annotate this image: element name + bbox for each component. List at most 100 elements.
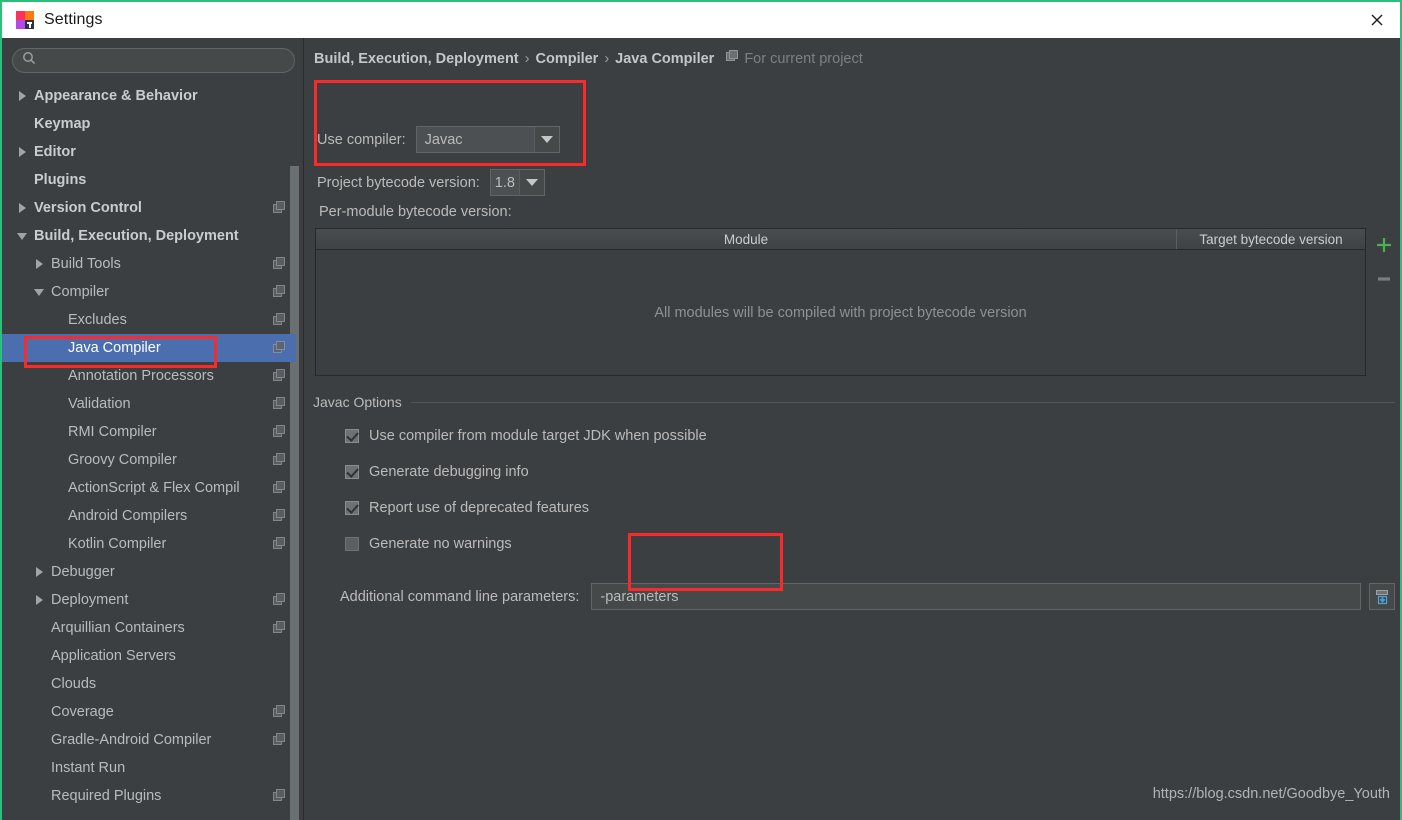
javac-options-section-title: Javac Options [313, 394, 1395, 410]
sidebar-item-label: Version Control [34, 200, 142, 216]
sidebar-item-label: Plugins [34, 172, 87, 188]
sidebar-item-label: Keymap [34, 116, 91, 132]
sidebar-item-label: Java Compiler [68, 340, 161, 356]
chevron-down-icon[interactable] [533, 127, 559, 152]
window-body: Appearance & Behavior Keymap Editor Plugins… [2, 38, 1400, 820]
close-icon[interactable] [1354, 2, 1400, 38]
table-column-target-bytecode[interactable]: Target bytecode version [1177, 229, 1365, 249]
sidebar-item-kotlin-compiler[interactable]: Kotlin Compiler [2, 530, 296, 558]
remove-module-button[interactable] [1367, 262, 1400, 296]
sidebar-item-gradle-android-compiler[interactable]: Gradle-Android Compiler [2, 726, 296, 754]
sidebar-item-annotation-processors[interactable]: Annotation Processors [2, 362, 296, 390]
checkbox-row-use-compiler-from-module-target-jdk-when-possible[interactable]: Use compiler from module target JDK when… [345, 428, 707, 444]
sidebar-item-label: Coverage [51, 704, 114, 720]
sidebar-item-instant-run[interactable]: Instant Run [2, 754, 296, 782]
additional-parameters-input[interactable] [591, 583, 1361, 610]
settings-sidebar: Appearance & Behavior Keymap Editor Plugins… [2, 38, 304, 820]
chevron-down-icon[interactable] [518, 170, 544, 195]
sidebar-item-actionscript-flex-compil[interactable]: ActionScript & Flex Compil [2, 474, 296, 502]
project-scope-label: For current project [744, 50, 863, 67]
table-body[interactable]: All modules will be compiled with projec… [316, 250, 1365, 375]
sidebar-item-label: Compiler [51, 284, 110, 300]
sidebar-item-validation[interactable]: Validation [2, 390, 296, 418]
search-box[interactable] [12, 48, 295, 73]
sidebar-item-arquillian-containers[interactable]: Arquillian Containers [2, 614, 296, 642]
module-scope-icon [273, 621, 286, 634]
checkbox-icon[interactable] [345, 429, 359, 443]
checkbox-row-report-use-of-deprecated-features[interactable]: Report use of deprecated features [345, 500, 589, 516]
chevron-right-icon[interactable] [16, 145, 30, 159]
sidebar-item-label: Annotation Processors [68, 368, 214, 384]
checkbox-icon[interactable] [345, 501, 359, 515]
chevron-right-icon[interactable] [16, 89, 30, 103]
module-scope-icon [273, 425, 286, 438]
additional-parameters-label: Additional command line parameters: [340, 588, 580, 605]
use-compiler-label: Use compiler: [317, 131, 406, 148]
sidebar-item-android-compilers[interactable]: Android Compilers [2, 502, 296, 530]
sidebar-item-coverage[interactable]: Coverage [2, 698, 296, 726]
sidebar-item-java-compiler[interactable]: Java Compiler [2, 334, 296, 362]
sidebar-item-version-control[interactable]: Version Control [2, 194, 296, 222]
project-bytecode-dropdown[interactable]: 1.8 [489, 169, 545, 196]
sidebar-item-debugger[interactable]: Debugger [2, 558, 296, 586]
chevron-right-icon[interactable] [16, 201, 30, 215]
sidebar-item-excludes[interactable]: Excludes [2, 306, 296, 334]
chevron-down-icon[interactable] [16, 229, 30, 243]
sidebar-item-label: Required Plugins [51, 788, 162, 804]
sidebar-item-rmi-compiler[interactable]: RMI Compiler [2, 418, 296, 446]
use-compiler-dropdown[interactable]: Javac [415, 126, 560, 153]
module-scope-icon [273, 789, 286, 802]
checkbox-label: Use compiler from module target JDK when… [369, 428, 707, 444]
search-input[interactable] [36, 53, 294, 68]
table-column-module[interactable]: Module [316, 229, 1177, 249]
sidebar-item-appearance-behavior[interactable]: Appearance & Behavior [2, 82, 296, 110]
sidebar-item-deployment[interactable]: Deployment [2, 586, 296, 614]
chevron-right-icon[interactable] [33, 593, 47, 607]
module-scope-icon [273, 453, 286, 466]
sidebar-item-groovy-compiler[interactable]: Groovy Compiler [2, 446, 296, 474]
insert-macro-icon[interactable] [1369, 583, 1395, 610]
sidebar-item-build-tools[interactable]: Build Tools [2, 250, 296, 278]
project-scope: For current project [726, 50, 863, 67]
chevron-down-icon[interactable] [33, 285, 47, 299]
sidebar-item-editor[interactable]: Editor [2, 138, 296, 166]
checkbox-icon[interactable] [345, 537, 359, 551]
section-divider [410, 401, 1395, 403]
settings-window: Settings Appearance & Behavior Keymap Edit… [0, 0, 1402, 820]
breadcrumb-part-3[interactable]: Java Compiler [615, 51, 714, 67]
project-bytecode-value: 1.8 [490, 170, 519, 195]
chevron-right-icon[interactable] [33, 257, 47, 271]
checkbox-row-generate-debugging-info[interactable]: Generate debugging info [345, 464, 529, 480]
watermark-text: https://blog.csdn.net/Goodbye_Youth [1152, 786, 1390, 802]
per-module-table: Module Target bytecode version All modul… [315, 228, 1366, 376]
sidebar-item-application-servers[interactable]: Application Servers [2, 642, 296, 670]
window-title: Settings [44, 11, 103, 28]
sidebar-item-label: Build, Execution, Deployment [34, 228, 239, 244]
add-module-button[interactable] [1367, 228, 1400, 262]
sidebar-item-label: Build Tools [51, 256, 121, 272]
checkbox-row-generate-no-warnings[interactable]: Generate no warnings [345, 536, 512, 552]
chevron-right-icon[interactable] [33, 565, 47, 579]
sidebar-item-plugins[interactable]: Plugins [2, 166, 296, 194]
module-scope-icon [273, 369, 286, 382]
sidebar-item-build-execution-deployment[interactable]: Build, Execution, Deployment [2, 222, 296, 250]
additional-parameters-row: Additional command line parameters: [340, 583, 1395, 610]
breadcrumb-part-2[interactable]: Compiler [535, 51, 598, 67]
sidebar-item-required-plugins[interactable]: Required Plugins [2, 782, 296, 810]
sidebar-item-keymap[interactable]: Keymap [2, 110, 296, 138]
breadcrumb-part-1[interactable]: Build, Execution, Deployment [314, 51, 519, 67]
sidebar-item-label: Arquillian Containers [51, 620, 185, 636]
sidebar-item-compiler[interactable]: Compiler [2, 278, 296, 306]
checkbox-icon[interactable] [345, 465, 359, 479]
use-compiler-value: Javac [416, 127, 534, 152]
sidebar-item-clouds[interactable]: Clouds [2, 670, 296, 698]
